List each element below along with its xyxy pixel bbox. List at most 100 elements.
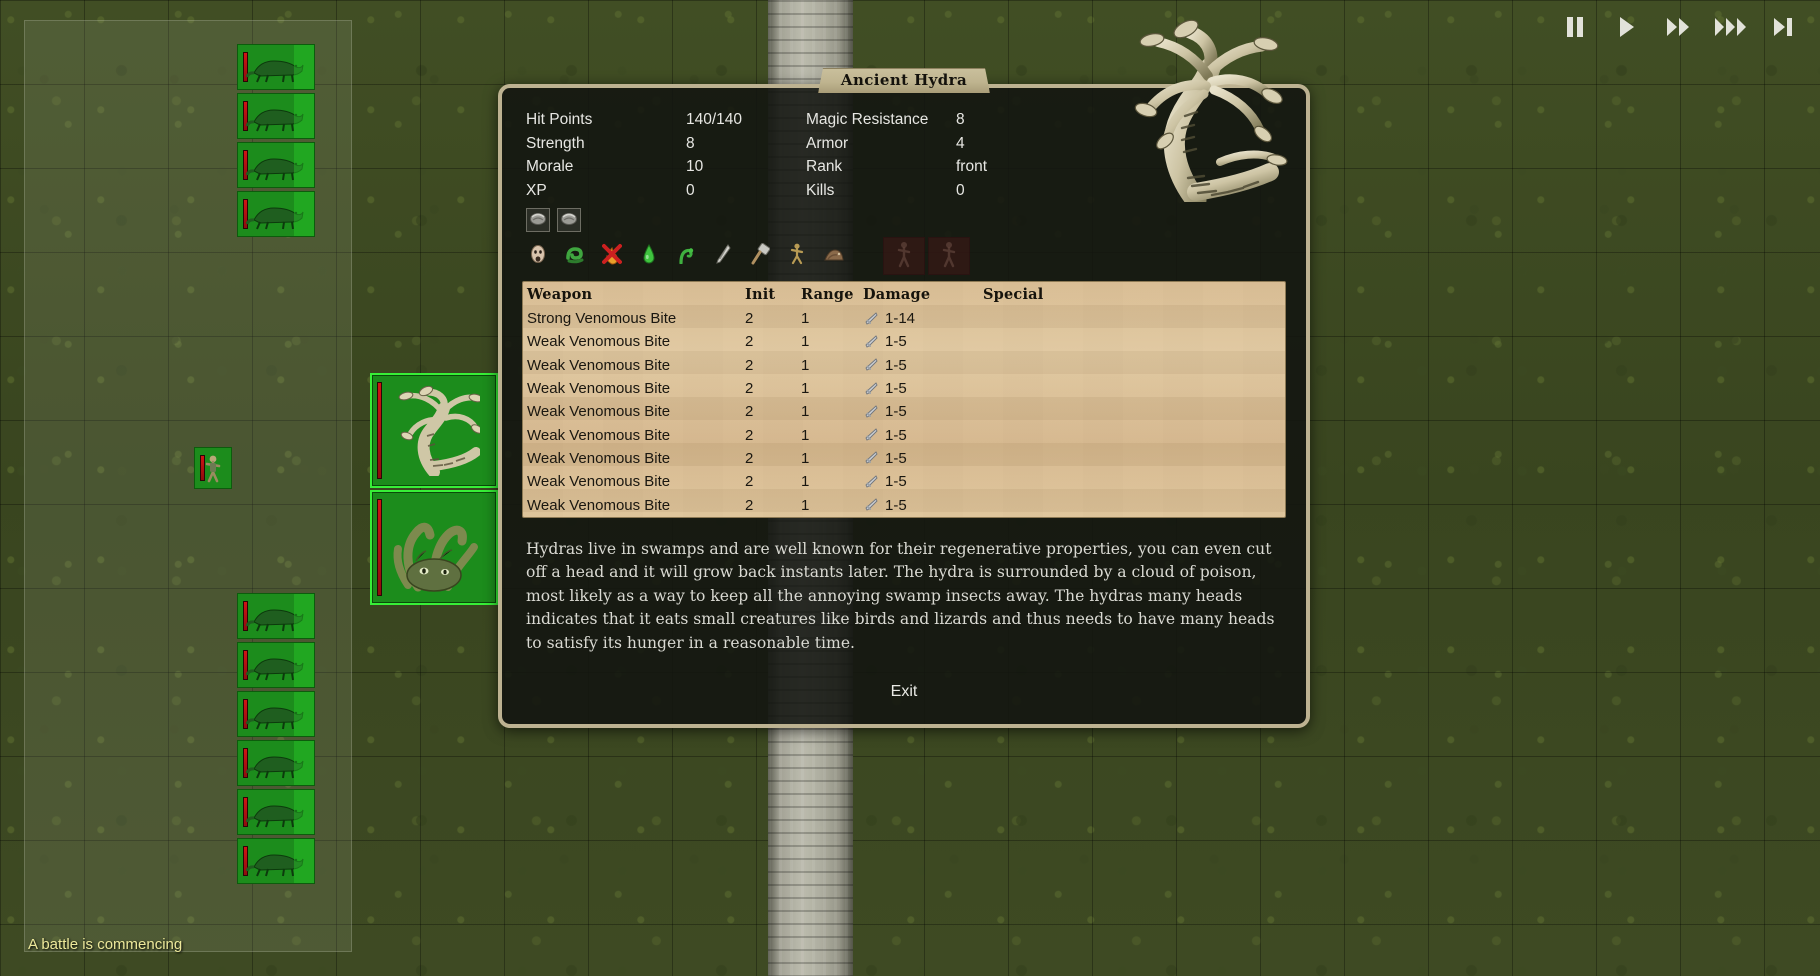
ability-blunt[interactable]: [748, 242, 772, 270]
weapon-damage-value: 1-14: [885, 310, 916, 328]
ability-poison[interactable]: [637, 242, 661, 270]
ability-swamp[interactable]: [822, 242, 846, 270]
weapon-name: Weak Venomous Bite: [527, 426, 671, 444]
unit-beast-10[interactable]: [237, 838, 315, 884]
pause-icon: [1566, 17, 1584, 37]
unit-hero[interactable]: [194, 447, 232, 489]
dim-figure-icon: [894, 240, 914, 273]
stat-label-right-2: Rank: [806, 158, 843, 175]
unit-beast-4[interactable]: [237, 191, 315, 237]
unit-beast-3[interactable]: [237, 142, 315, 188]
unit-beast-7[interactable]: [237, 691, 315, 737]
panel-body: Hit Points 140/140 Magic Resistance 8 Streng…: [498, 84, 1310, 728]
weapon-col-header-0: Weapon: [527, 286, 593, 303]
weapon-row[interactable]: Weak Venomous Bite 2 1 1-5: [523, 377, 1285, 400]
weapon-init: 2: [745, 310, 754, 328]
ability-fire-immune[interactable]: [600, 242, 624, 270]
unit-sprite-hero: [195, 448, 231, 488]
weapon-init: 2: [745, 403, 754, 421]
weapon-damage: 1-5: [863, 357, 983, 374]
weapon-name: Weak Venomous Bite: [527, 380, 671, 398]
unit-facing-stripe: [294, 839, 314, 883]
ability-disabled-1[interactable]: [883, 237, 925, 275]
weapon-row[interactable]: Weak Venomous Bite 2 1 1-5: [523, 447, 1285, 470]
ability-disabled-2[interactable]: [928, 237, 970, 275]
weapon-name: Weak Venomous Bite: [527, 403, 671, 421]
stat-label-left-0: Hit Points: [526, 111, 593, 128]
unit-hydra[interactable]: [370, 373, 498, 488]
unit-beast-5[interactable]: [237, 593, 315, 639]
ability-beast[interactable]: [785, 242, 809, 270]
weapon-row[interactable]: Weak Venomous Bite 2 1 1-5: [523, 470, 1285, 493]
weapon-row[interactable]: Strong Venomous Bite 2 1 1-14: [523, 307, 1285, 330]
unit-facing-stripe: [294, 790, 314, 834]
hammer-icon: [750, 242, 771, 270]
coil-shield-icon: [560, 209, 578, 232]
weapon-range: 1: [801, 449, 810, 467]
exit-button[interactable]: Exit: [873, 680, 936, 704]
very-fast-icon: [1715, 17, 1747, 37]
very-fast-button[interactable]: [1715, 14, 1747, 40]
weapon-table-body: Strong Venomous Bite 2 1 1-14 Weak Venomous …: [523, 307, 1285, 517]
unit-facing-stripe: [294, 594, 314, 638]
weapon-init: 2: [745, 380, 754, 398]
weapon-damage: 1-5: [863, 380, 983, 397]
unit-beast-6[interactable]: [237, 642, 315, 688]
stat-value-left-0: 140/140: [686, 111, 743, 128]
unit-beast-2[interactable]: [237, 93, 315, 139]
weapon-damage-value: 1-5: [885, 403, 907, 421]
green-coil-icon: [565, 244, 585, 269]
unit-info-panel: Ancient Hydra Hit Points 140/140 Magic Res…: [498, 19, 1310, 728]
unit-facing-stripe: [294, 45, 314, 89]
resistance-slot-1[interactable]: [526, 208, 550, 232]
ability-venom[interactable]: [674, 242, 698, 270]
no-fire-icon: [602, 243, 622, 270]
ability-icons: [526, 237, 1286, 275]
stat-label-left-1: Strength: [526, 134, 585, 152]
weapon-init: 2: [745, 496, 754, 514]
unit-beast-9[interactable]: [237, 789, 315, 835]
resistance-slot-2[interactable]: [557, 208, 581, 232]
fast-forward-button[interactable]: [1664, 14, 1694, 40]
skip-end-button[interactable]: [1768, 14, 1798, 40]
play-button[interactable]: [1612, 14, 1642, 40]
sword-icon: [863, 450, 879, 466]
unit-facing-stripe: [294, 643, 314, 687]
unit-facing-stripe: [294, 143, 314, 187]
unit-beast-1[interactable]: [237, 44, 315, 90]
weapon-damage-value: 1-5: [885, 356, 907, 374]
pause-button[interactable]: [1560, 14, 1590, 40]
weapon-damage-value: 1-5: [885, 473, 907, 491]
speed-controls: [1560, 14, 1798, 40]
weapon-row[interactable]: Weak Venomous Bite 2 1 1-5: [523, 400, 1285, 423]
figure-icon: [789, 243, 805, 270]
unit-facing-stripe: [294, 192, 314, 236]
unit-sprite-kraken: [372, 492, 496, 603]
unit-facing-stripe: [294, 692, 314, 736]
weapon-row[interactable]: Weak Venomous Bite 2 1 1-5: [523, 493, 1285, 516]
weapon-init: 2: [745, 333, 754, 351]
ability-pierce[interactable]: [711, 242, 735, 270]
ability-regeneration[interactable]: [563, 242, 587, 270]
weapon-damage: 1-5: [863, 427, 983, 444]
unit-kraken[interactable]: [370, 490, 498, 605]
sword-icon: [863, 311, 879, 327]
dim-figure-icon: [939, 240, 959, 273]
stat-label-right-1: Armor: [806, 134, 849, 152]
weapon-row[interactable]: Weak Venomous Bite 2 1 1-5: [523, 330, 1285, 353]
weapon-row[interactable]: Weak Venomous Bite 2 1 1-5: [523, 423, 1285, 446]
ability-fear[interactable]: [526, 242, 550, 270]
weapon-col-header-2: Range: [801, 286, 854, 303]
weapon-range: 1: [801, 380, 810, 398]
weapon-damage: 1-5: [863, 403, 983, 420]
weapon-damage: 1-14: [863, 310, 983, 327]
stat-label-right-0: Magic Resistance: [806, 111, 929, 128]
sword-icon: [863, 474, 879, 490]
sword-icon: [863, 334, 879, 350]
unit-beast-8[interactable]: [237, 740, 315, 786]
weapon-name: Weak Venomous Bite: [527, 333, 671, 351]
weapon-range: 1: [801, 496, 810, 514]
weapon-row[interactable]: Weak Venomous Bite 2 1 1-5: [523, 354, 1285, 377]
sword-icon: [863, 497, 879, 513]
weapon-damage-value: 1-5: [885, 380, 907, 398]
